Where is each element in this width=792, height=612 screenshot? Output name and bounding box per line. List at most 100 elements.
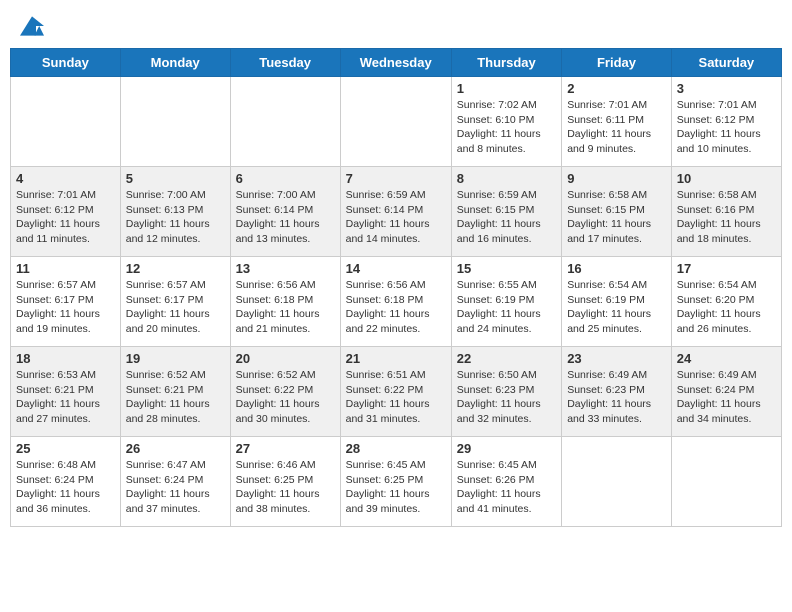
day-number: 26 <box>126 441 225 456</box>
day-number: 27 <box>236 441 335 456</box>
logo-text <box>18 14 44 36</box>
calendar-day-cell: 9 Sunrise: 6:58 AM Sunset: 6:15 PM Daylig… <box>562 167 672 257</box>
calendar-week-row: 18 Sunrise: 6:53 AM Sunset: 6:21 PM Dayli… <box>11 347 782 437</box>
day-number: 28 <box>346 441 446 456</box>
day-of-week-header: Saturday <box>671 49 781 77</box>
calendar-day-cell: 18 Sunrise: 6:53 AM Sunset: 6:21 PM Dayli… <box>11 347 121 437</box>
day-info: Sunrise: 6:51 AM Sunset: 6:22 PM Dayligh… <box>346 368 446 427</box>
calendar-day-cell: 3 Sunrise: 7:01 AM Sunset: 6:12 PM Daylig… <box>671 77 781 167</box>
calendar-day-cell: 14 Sunrise: 6:56 AM Sunset: 6:18 PM Dayli… <box>340 257 451 347</box>
calendar-day-cell: 7 Sunrise: 6:59 AM Sunset: 6:14 PM Daylig… <box>340 167 451 257</box>
calendar-day-cell: 5 Sunrise: 7:00 AM Sunset: 6:13 PM Daylig… <box>120 167 230 257</box>
day-of-week-header: Monday <box>120 49 230 77</box>
calendar-day-cell: 23 Sunrise: 6:49 AM Sunset: 6:23 PM Dayli… <box>562 347 672 437</box>
day-number: 22 <box>457 351 556 366</box>
calendar-day-cell: 21Sunrise: 6:51 AM Sunset: 6:22 PM Dayli… <box>340 347 451 437</box>
day-info: Sunrise: 6:58 AM Sunset: 6:15 PM Dayligh… <box>567 188 666 247</box>
day-info: Sunrise: 6:45 AM Sunset: 6:26 PM Dayligh… <box>457 458 556 517</box>
calendar-day-cell: 24Sunrise: 6:49 AM Sunset: 6:24 PM Dayli… <box>671 347 781 437</box>
day-info: Sunrise: 6:52 AM Sunset: 6:21 PM Dayligh… <box>126 368 225 427</box>
day-number: 13 <box>236 261 335 276</box>
calendar-day-cell: 19 Sunrise: 6:52 AM Sunset: 6:21 PM Dayli… <box>120 347 230 437</box>
day-info: Sunrise: 6:59 AM Sunset: 6:15 PM Dayligh… <box>457 188 556 247</box>
day-number: 15 <box>457 261 556 276</box>
day-info: Sunrise: 7:01 AM Sunset: 6:12 PM Dayligh… <box>677 98 776 157</box>
day-of-week-header: Friday <box>562 49 672 77</box>
day-info: Sunrise: 7:00 AM Sunset: 6:13 PM Dayligh… <box>126 188 225 247</box>
day-info: Sunrise: 6:49 AM Sunset: 6:24 PM Dayligh… <box>677 368 776 427</box>
day-info: Sunrise: 6:52 AM Sunset: 6:22 PM Dayligh… <box>236 368 335 427</box>
calendar-week-row: 25 Sunrise: 6:48 AM Sunset: 6:24 PM Dayli… <box>11 437 782 527</box>
day-info: Sunrise: 7:02 AM Sunset: 6:10 PM Dayligh… <box>457 98 556 157</box>
day-info: Sunrise: 6:53 AM Sunset: 6:21 PM Dayligh… <box>16 368 115 427</box>
calendar-day-cell <box>230 77 340 167</box>
calendar-day-cell: 28 Sunrise: 6:45 AM Sunset: 6:25 PM Dayli… <box>340 437 451 527</box>
day-number: 9 <box>567 171 666 186</box>
calendar-day-cell <box>11 77 121 167</box>
day-number: 18 <box>16 351 115 366</box>
logo-icon <box>20 16 44 36</box>
calendar-day-cell: 8Sunrise: 6:59 AM Sunset: 6:15 PM Daylig… <box>451 167 561 257</box>
day-info: Sunrise: 6:47 AM Sunset: 6:24 PM Dayligh… <box>126 458 225 517</box>
calendar-table: SundayMondayTuesdayWednesdayThursdayFrid… <box>10 48 782 527</box>
calendar-week-row: 11 Sunrise: 6:57 AM Sunset: 6:17 PM Dayli… <box>11 257 782 347</box>
day-number: 2 <box>567 81 666 96</box>
day-info: Sunrise: 6:57 AM Sunset: 6:17 PM Dayligh… <box>126 278 225 337</box>
logo <box>18 14 44 36</box>
day-info: Sunrise: 6:56 AM Sunset: 6:18 PM Dayligh… <box>236 278 335 337</box>
day-number: 14 <box>346 261 446 276</box>
day-info: Sunrise: 6:56 AM Sunset: 6:18 PM Dayligh… <box>346 278 446 337</box>
calendar-day-cell: 1 Sunrise: 7:02 AM Sunset: 6:10 PM Daylig… <box>451 77 561 167</box>
day-number: 4 <box>16 171 115 186</box>
calendar-day-cell: 13 Sunrise: 6:56 AM Sunset: 6:18 PM Dayli… <box>230 257 340 347</box>
calendar-day-cell: 16 Sunrise: 6:54 AM Sunset: 6:19 PM Dayli… <box>562 257 672 347</box>
calendar-day-cell: 27 Sunrise: 6:46 AM Sunset: 6:25 PM Dayli… <box>230 437 340 527</box>
calendar-day-cell: 6Sunrise: 7:00 AM Sunset: 6:14 PM Daylig… <box>230 167 340 257</box>
calendar-day-cell <box>340 77 451 167</box>
day-of-week-header: Tuesday <box>230 49 340 77</box>
day-of-week-header: Wednesday <box>340 49 451 77</box>
day-number: 16 <box>567 261 666 276</box>
day-info: Sunrise: 6:59 AM Sunset: 6:14 PM Dayligh… <box>346 188 446 247</box>
calendar-week-row: 4Sunrise: 7:01 AM Sunset: 6:12 PM Daylig… <box>11 167 782 257</box>
calendar-day-cell: 10Sunrise: 6:58 AM Sunset: 6:16 PM Dayli… <box>671 167 781 257</box>
day-info: Sunrise: 6:50 AM Sunset: 6:23 PM Dayligh… <box>457 368 556 427</box>
calendar-day-cell: 2 Sunrise: 7:01 AM Sunset: 6:11 PM Daylig… <box>562 77 672 167</box>
day-number: 1 <box>457 81 556 96</box>
day-info: Sunrise: 6:57 AM Sunset: 6:17 PM Dayligh… <box>16 278 115 337</box>
day-number: 25 <box>16 441 115 456</box>
day-number: 20 <box>236 351 335 366</box>
calendar-day-cell: 17Sunrise: 6:54 AM Sunset: 6:20 PM Dayli… <box>671 257 781 347</box>
calendar-header-row: SundayMondayTuesdayWednesdayThursdayFrid… <box>11 49 782 77</box>
day-number: 23 <box>567 351 666 366</box>
day-of-week-header: Sunday <box>11 49 121 77</box>
day-number: 5 <box>126 171 225 186</box>
day-number: 12 <box>126 261 225 276</box>
calendar-day-cell <box>562 437 672 527</box>
day-number: 7 <box>346 171 446 186</box>
calendar-day-cell: 29 Sunrise: 6:45 AM Sunset: 6:26 PM Dayli… <box>451 437 561 527</box>
day-info: Sunrise: 6:54 AM Sunset: 6:19 PM Dayligh… <box>567 278 666 337</box>
day-number: 11 <box>16 261 115 276</box>
calendar-day-cell <box>671 437 781 527</box>
calendar-day-cell: 20 Sunrise: 6:52 AM Sunset: 6:22 PM Dayli… <box>230 347 340 437</box>
day-info: Sunrise: 7:00 AM Sunset: 6:14 PM Dayligh… <box>236 188 335 247</box>
calendar-day-cell: 26 Sunrise: 6:47 AM Sunset: 6:24 PM Dayli… <box>120 437 230 527</box>
day-info: Sunrise: 6:48 AM Sunset: 6:24 PM Dayligh… <box>16 458 115 517</box>
day-info: Sunrise: 7:01 AM Sunset: 6:11 PM Dayligh… <box>567 98 666 157</box>
day-of-week-header: Thursday <box>451 49 561 77</box>
day-info: Sunrise: 6:45 AM Sunset: 6:25 PM Dayligh… <box>346 458 446 517</box>
day-info: Sunrise: 6:58 AM Sunset: 6:16 PM Dayligh… <box>677 188 776 247</box>
day-number: 19 <box>126 351 225 366</box>
day-number: 29 <box>457 441 556 456</box>
calendar-day-cell: 11 Sunrise: 6:57 AM Sunset: 6:17 PM Dayli… <box>11 257 121 347</box>
day-info: Sunrise: 6:49 AM Sunset: 6:23 PM Dayligh… <box>567 368 666 427</box>
calendar-day-cell: 25 Sunrise: 6:48 AM Sunset: 6:24 PM Dayli… <box>11 437 121 527</box>
calendar-day-cell: 22 Sunrise: 6:50 AM Sunset: 6:23 PM Dayli… <box>451 347 561 437</box>
day-info: Sunrise: 6:46 AM Sunset: 6:25 PM Dayligh… <box>236 458 335 517</box>
day-number: 3 <box>677 81 776 96</box>
calendar-week-row: 1 Sunrise: 7:02 AM Sunset: 6:10 PM Daylig… <box>11 77 782 167</box>
day-info: Sunrise: 6:55 AM Sunset: 6:19 PM Dayligh… <box>457 278 556 337</box>
day-info: Sunrise: 6:54 AM Sunset: 6:20 PM Dayligh… <box>677 278 776 337</box>
calendar-day-cell <box>120 77 230 167</box>
